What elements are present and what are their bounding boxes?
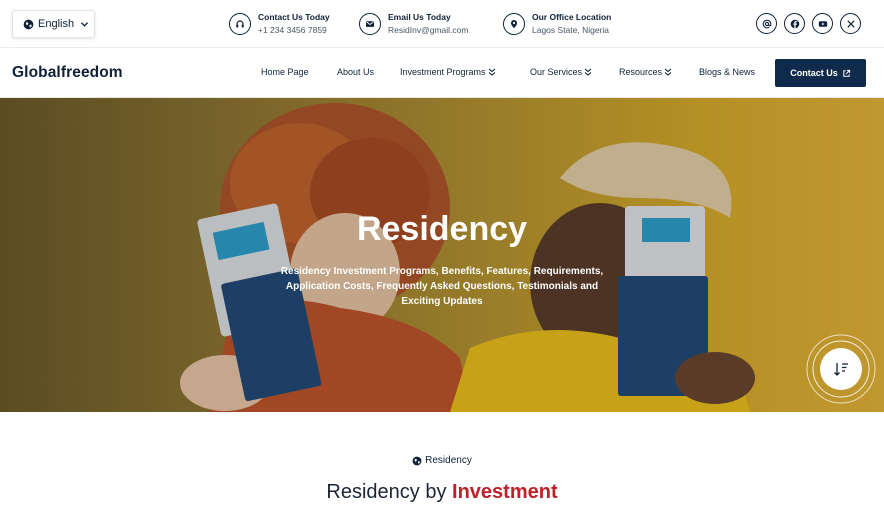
location-pin-icon <box>503 13 525 35</box>
mail-icon <box>359 13 381 35</box>
contact-info[interactable]: Contact Us Today +1 234 3456 7859 <box>229 12 330 36</box>
section-title-accent: Investment <box>452 481 558 503</box>
headset-icon <box>229 13 251 35</box>
nav-our-services[interactable]: Our Services <box>530 67 592 77</box>
nav-resources-label: Resources <box>619 67 663 77</box>
email-address[interactable]: ResidInv@gmail.com <box>388 24 468 36</box>
contact-title: Contact Us Today <box>258 12 330 22</box>
site-logo[interactable]: Globalfreedom <box>12 64 123 82</box>
nav-resources[interactable]: Resources <box>619 67 672 77</box>
at-icon[interactable] <box>756 13 777 34</box>
main-navigation: Globalfreedom Home Page About Us Investm… <box>0 48 884 98</box>
office-title: Our Office Location <box>532 12 612 22</box>
nav-about[interactable]: About Us <box>337 67 374 77</box>
section-tag-label: Residency <box>425 455 472 466</box>
section-tag: Residency <box>0 455 884 466</box>
section-title: Residency by Investment <box>0 481 884 504</box>
office-address: Lagos State, Nigeria <box>532 25 610 35</box>
double-chevron-down-icon <box>584 68 592 76</box>
nav-blogs-news-label: Blogs & News <box>699 67 756 77</box>
hero-subtitle: Residency Investment Programs, Benefits,… <box>280 266 604 307</box>
contact-us-label: Contact Us <box>790 68 838 78</box>
email-info[interactable]: Email Us Today ResidInv@gmail.com <box>359 12 468 36</box>
scroll-down-button[interactable] <box>806 334 876 404</box>
section-title-prefix: Residency by <box>326 481 447 503</box>
hero-title: Residency <box>356 210 528 248</box>
language-label: English <box>38 18 75 30</box>
language-selector[interactable]: English <box>12 10 95 38</box>
nav-home[interactable]: Home Page <box>261 67 309 77</box>
globe-icon <box>412 456 422 465</box>
external-link-icon <box>843 69 850 77</box>
nav-blogs-news[interactable]: Blogs & News <box>699 67 755 77</box>
hero-overlay <box>0 98 884 412</box>
hero-banner: Residency Residency Investment Programs,… <box>0 98 884 412</box>
top-bar: English Contact Us Today +1 234 3456 785… <box>0 0 884 48</box>
nav-investment-programs[interactable]: Investment Programs <box>400 67 496 77</box>
nav-about-label: About Us <box>337 67 375 77</box>
double-chevron-down-icon <box>664 68 672 76</box>
contact-us-button[interactable]: Contact Us <box>775 59 866 87</box>
x-icon[interactable] <box>840 13 861 34</box>
nav-our-services-label: Our Services <box>530 67 583 77</box>
globe-icon <box>23 19 34 29</box>
facebook-icon[interactable] <box>784 13 805 34</box>
nav-home-label: Home Page <box>261 67 309 77</box>
double-chevron-down-icon <box>488 68 495 76</box>
office-info: Our Office Location Lagos State, Nigeria <box>503 12 611 36</box>
youtube-icon[interactable] <box>812 13 833 34</box>
email-title: Email Us Today <box>388 12 451 22</box>
nav-investment-programs-label: Investment Programs <box>400 67 486 77</box>
contact-phone[interactable]: +1 234 3456 7859 <box>258 24 330 36</box>
chevron-down-icon <box>80 21 89 27</box>
